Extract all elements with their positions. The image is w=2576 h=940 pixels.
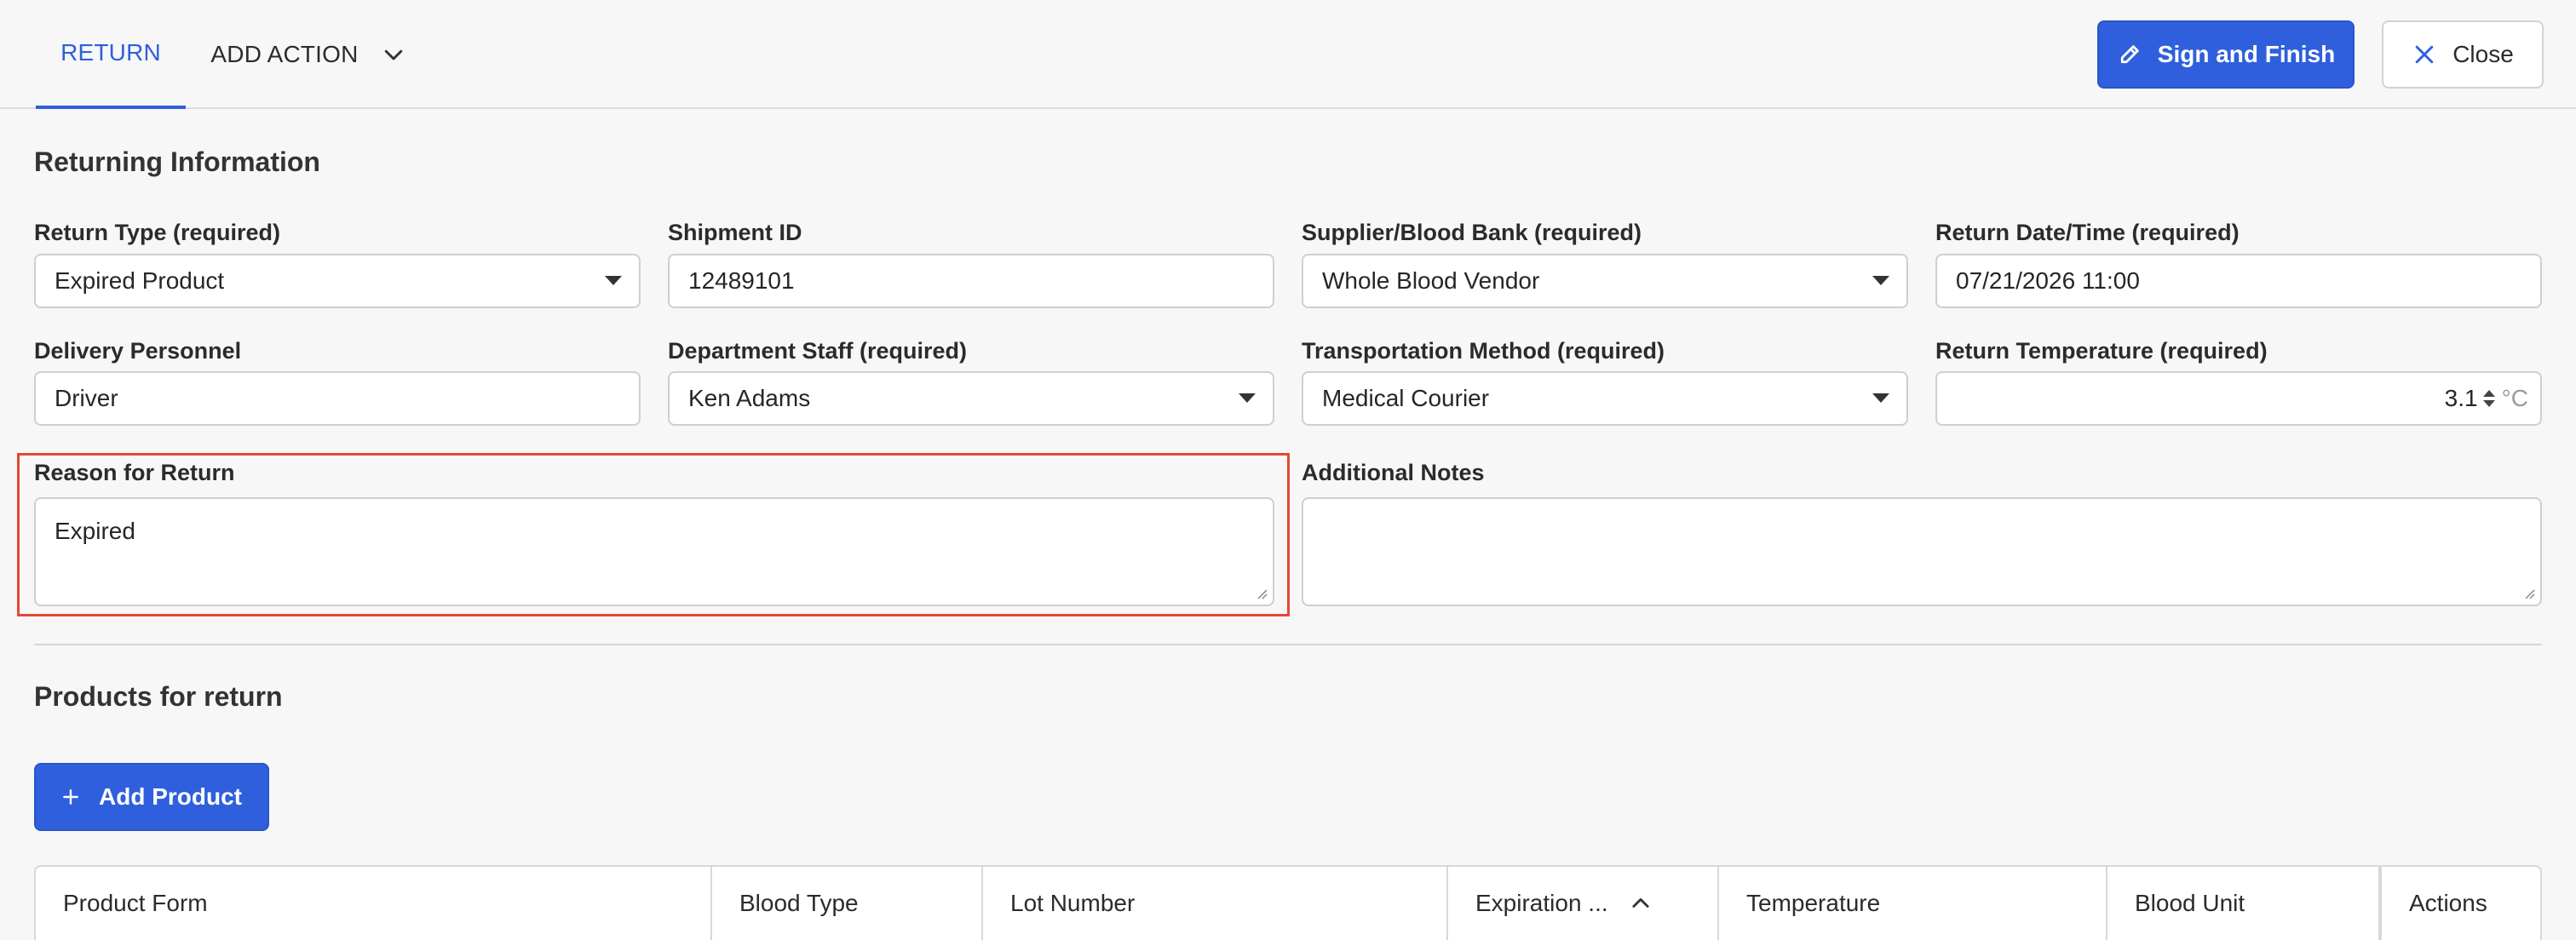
pen-icon	[2120, 45, 2139, 64]
close-icon	[2415, 45, 2434, 64]
resize-handle-icon[interactable]	[1256, 588, 1268, 599]
sign-and-finish-button[interactable]: Sign and Finish	[2097, 20, 2355, 89]
department-staff-value: Ken Adams	[688, 385, 811, 411]
return-temperature-input[interactable]: 3.1 °C	[1935, 371, 2542, 426]
supplier-label: Supplier/Blood Bank (required)	[1302, 220, 1642, 245]
reason-for-return-value: Expired	[55, 518, 135, 544]
delivery-personnel-input[interactable]: Driver	[34, 371, 641, 426]
column-header-temperature[interactable]: Temperature	[1719, 867, 2107, 940]
supplier-value: Whole Blood Vendor	[1322, 267, 1540, 294]
tab-return-label: RETURN	[60, 39, 161, 66]
column-header-label: Blood Type	[739, 890, 859, 916]
additional-notes-textarea[interactable]	[1302, 497, 2542, 606]
shipment-id-value: 12489101	[688, 267, 795, 294]
dropdown-caret-icon	[1239, 393, 1256, 403]
section-divider	[34, 644, 2542, 645]
column-header-label: Temperature	[1746, 890, 1881, 916]
return-datetime-label: Return Date/Time (required)	[1935, 220, 2240, 245]
return-temperature-label: Return Temperature (required)	[1935, 338, 2268, 364]
dropdown-caret-icon	[605, 276, 622, 285]
tab-add-action[interactable]: ADD ACTION	[198, 0, 419, 109]
shipment-id-input[interactable]: 12489101	[668, 254, 1274, 308]
return-datetime-input[interactable]: 07/21/2026 11:00	[1935, 254, 2542, 308]
shipment-id-label: Shipment ID	[668, 220, 802, 245]
column-header-label: Blood Unit	[2135, 890, 2245, 916]
close-button[interactable]: Close	[2382, 20, 2544, 89]
top-bar: RETURN ADD ACTION Sign and Finish Close	[0, 0, 2576, 109]
dropdown-caret-icon	[1872, 276, 1889, 285]
number-spinner[interactable]	[2482, 390, 2495, 407]
return-datetime-value: 07/21/2026 11:00	[1956, 267, 2140, 294]
add-product-label: Add Product	[99, 783, 242, 810]
temperature-unit: °C	[2501, 385, 2528, 411]
add-product-button[interactable]: Add Product	[34, 763, 269, 831]
column-header-label: Actions	[2409, 890, 2487, 916]
return-type-select[interactable]: Expired Product	[34, 254, 641, 308]
spinner-down-icon[interactable]	[2482, 400, 2495, 407]
spinner-up-icon[interactable]	[2482, 390, 2495, 397]
column-header-actions[interactable]: Actions	[2380, 867, 2542, 940]
plus-icon	[63, 789, 78, 805]
tab-add-action-label: ADD ACTION	[210, 41, 359, 67]
column-header-expiration[interactable]: Expiration ...	[1448, 867, 1719, 940]
return-type-label: Return Type (required)	[34, 220, 281, 245]
sign-and-finish-label: Sign and Finish	[2157, 41, 2336, 67]
column-header-label: Lot Number	[1010, 890, 1136, 916]
resize-handle-icon[interactable]	[2523, 588, 2535, 599]
column-header-blood-type[interactable]: Blood Type	[712, 867, 983, 940]
tab-return[interactable]: RETURN	[36, 0, 186, 109]
transport-method-label: Transportation Method (required)	[1302, 338, 1665, 364]
reason-for-return-label: Reason for Return	[34, 460, 235, 485]
products-table: Product Form Blood Type Lot Number Expir…	[34, 865, 2542, 940]
column-header-label: Expiration ...	[1475, 890, 1608, 916]
dropdown-caret-icon	[1872, 393, 1889, 403]
products-for-return-title: Products for return	[34, 681, 283, 712]
close-label: Close	[2452, 41, 2514, 67]
column-header-label: Product Form	[63, 890, 208, 916]
column-header-blood-unit[interactable]: Blood Unit	[2107, 867, 2380, 940]
department-staff-select[interactable]: Ken Adams	[668, 371, 1274, 426]
sort-ascending-icon[interactable]	[1629, 891, 1653, 915]
department-staff-label: Department Staff (required)	[668, 338, 968, 364]
delivery-personnel-value: Driver	[55, 385, 118, 411]
delivery-personnel-label: Delivery Personnel	[34, 338, 242, 364]
column-header-lot-number[interactable]: Lot Number	[983, 867, 1448, 940]
reason-for-return-textarea[interactable]: Expired	[34, 497, 1274, 606]
supplier-select[interactable]: Whole Blood Vendor	[1302, 254, 1908, 308]
return-type-value: Expired Product	[55, 267, 225, 294]
column-header-product-form[interactable]: Product Form	[36, 867, 712, 940]
transport-method-select[interactable]: Medical Courier	[1302, 371, 1908, 426]
returning-information-title: Returning Information	[34, 146, 320, 177]
transport-method-value: Medical Courier	[1322, 385, 1490, 411]
chevron-down-icon	[384, 49, 402, 60]
additional-notes-label: Additional Notes	[1302, 460, 1485, 485]
return-temperature-value: 3.1	[2444, 385, 2478, 411]
